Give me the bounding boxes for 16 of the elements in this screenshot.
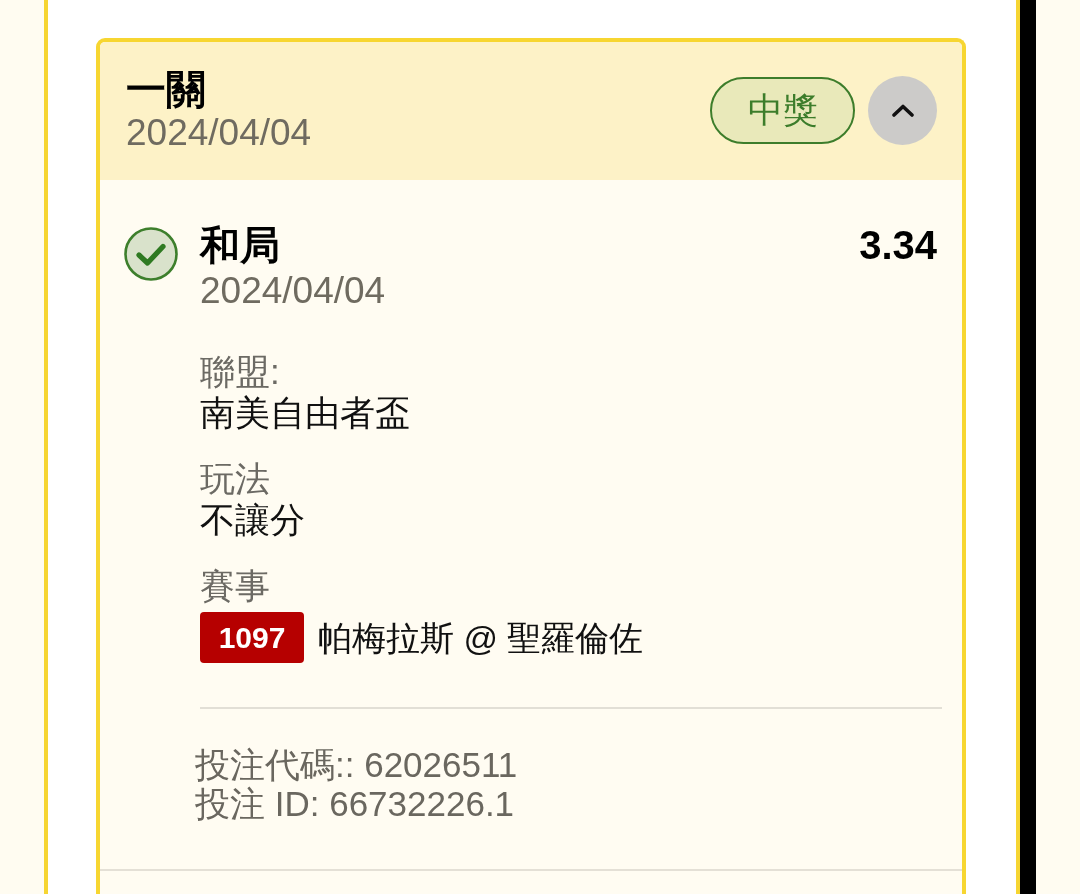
detail-label: 賽事: [200, 566, 270, 606]
match-teams: 帕梅拉斯 @ 聖羅倫佐: [318, 617, 644, 659]
bet-date: 2024/04/04: [126, 111, 312, 155]
caret-icon: [891, 103, 914, 117]
bet-reference: 投注 ID: 66732226.1: [195, 784, 515, 823]
detail-label: 玩法: [200, 459, 270, 499]
bet-reference: 投注代碼:: 62026511: [195, 745, 518, 784]
odds-value: 3.34: [859, 222, 937, 268]
selection-name: 和局: [200, 222, 280, 268]
detail-value: 南美自由者盃: [200, 392, 410, 434]
match-number-badge: 1097: [200, 612, 304, 663]
detail-label: 聯盟:: [200, 352, 280, 392]
selection-date: 2024/04/04: [200, 269, 386, 313]
bet-type-title: 一關: [126, 67, 206, 111]
detail-value: 不讓分: [200, 499, 305, 541]
status-badge: 中獎: [710, 76, 855, 144]
